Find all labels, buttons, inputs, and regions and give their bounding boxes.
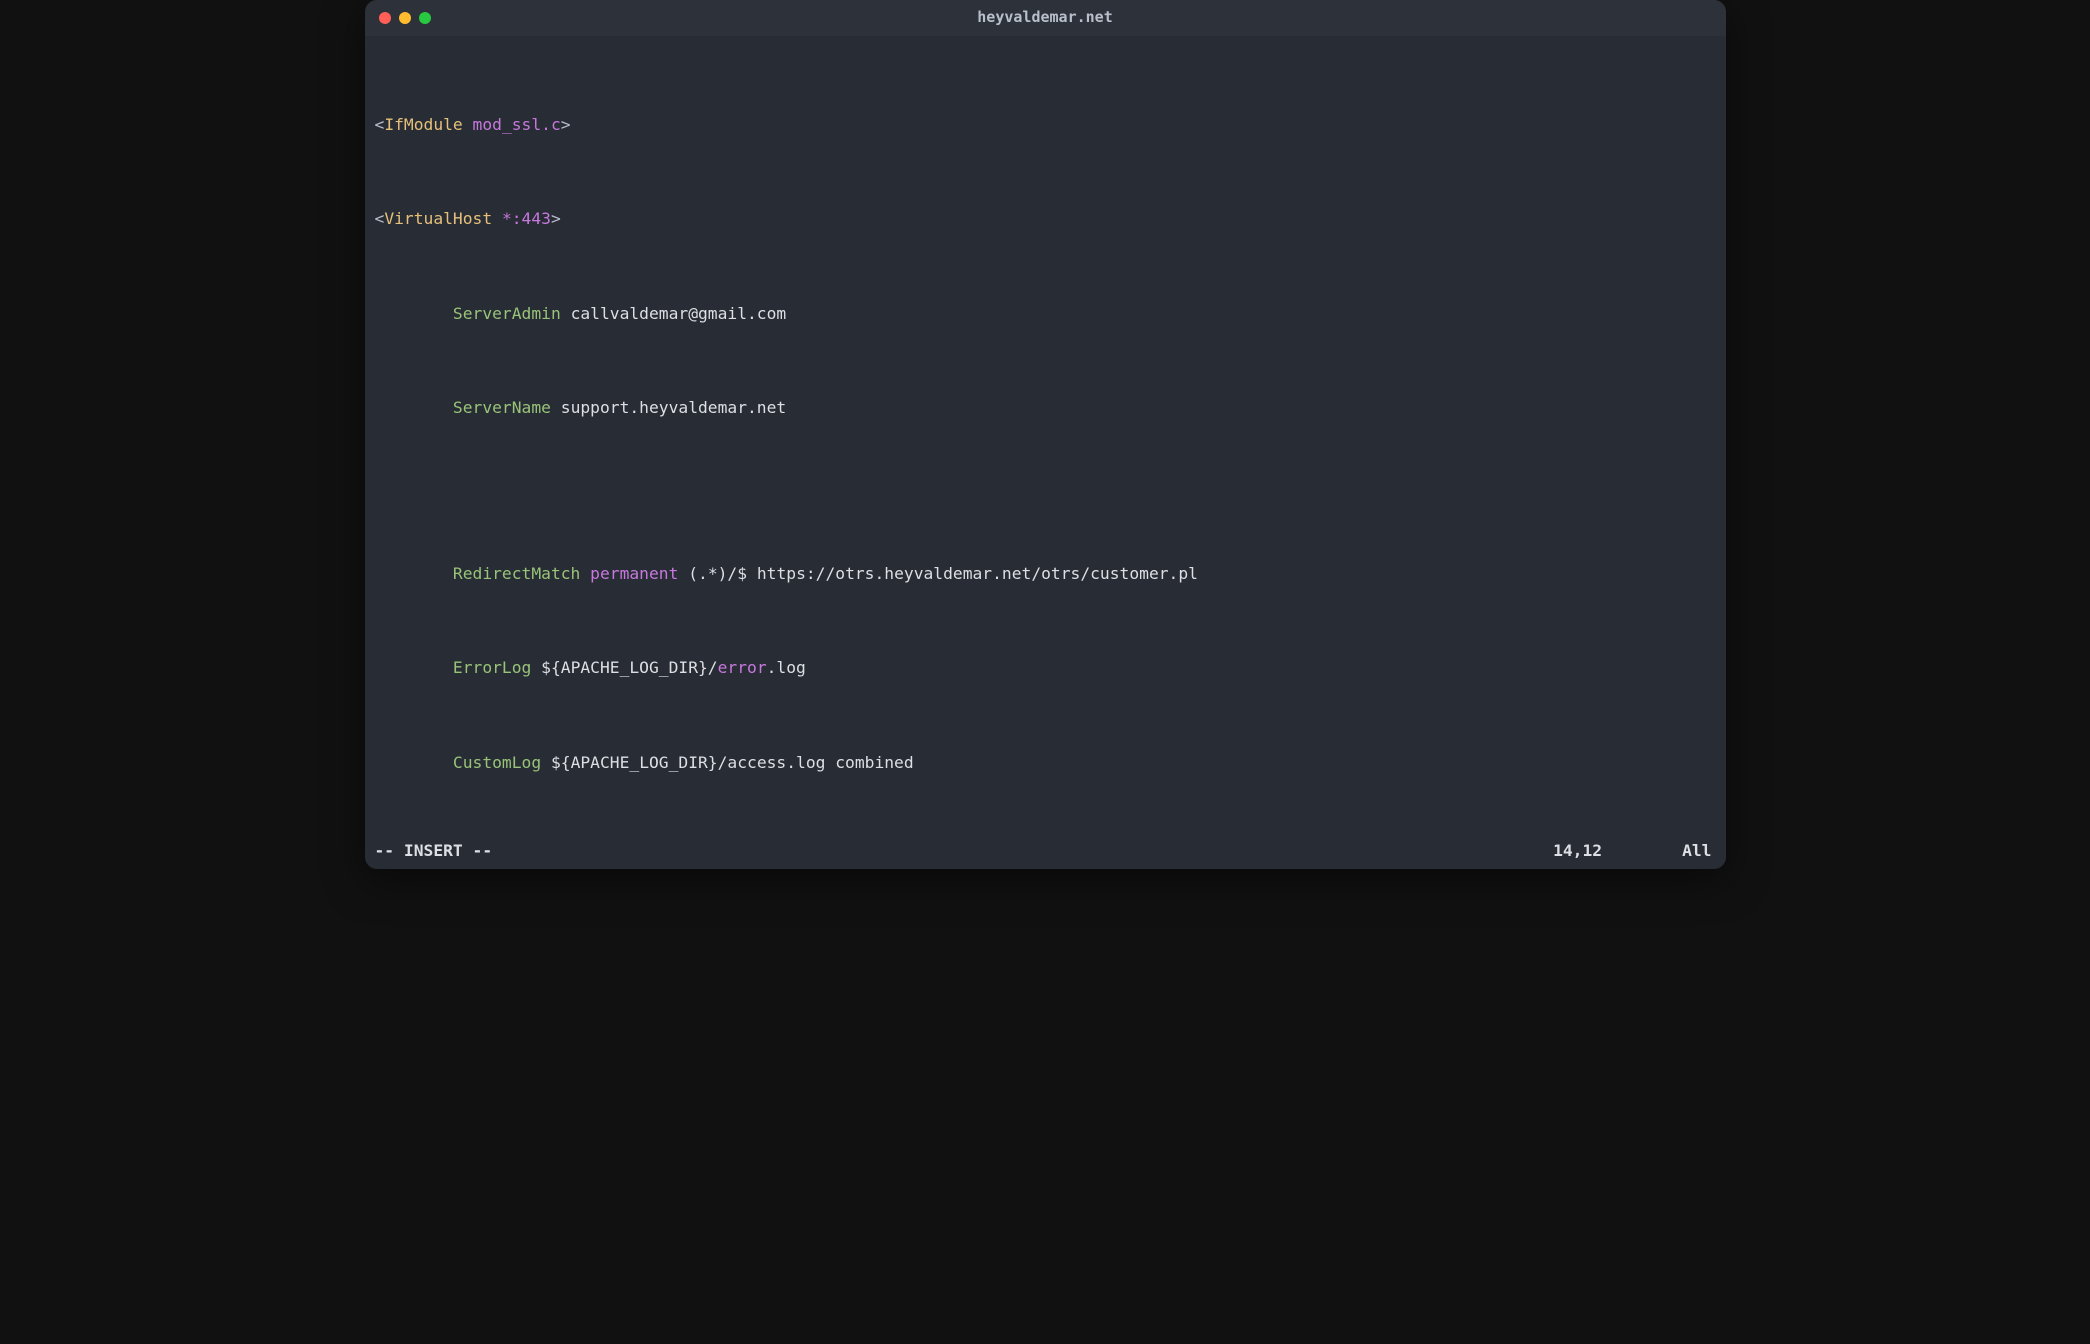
vim-mode-indicator: -- INSERT -- <box>375 839 493 863</box>
directive: ServerName <box>453 398 551 417</box>
tag-name: VirtualHost <box>384 209 492 228</box>
tag-arg: mod_ssl.c <box>473 115 561 134</box>
filename-stem: error <box>718 658 767 677</box>
directive: ErrorLog <box>453 658 531 677</box>
directive: CustomLog <box>453 753 541 772</box>
code-line: ServerAdmin callvaldemar@gmail.com <box>375 302 1716 326</box>
directive: ServerAdmin <box>453 304 561 323</box>
code-line: ServerName support.heyvaldemar.net <box>375 396 1716 420</box>
editor-area[interactable]: <IfModule mod_ssl.c> <VirtualHost *:443>… <box>365 36 1726 837</box>
code-line: RedirectMatch permanent (.*)/$ https://o… <box>375 562 1716 586</box>
code-line: ErrorLog ${APACHE_LOG_DIR}/error.log <box>375 656 1716 680</box>
code-line: <VirtualHost *:443> <box>375 207 1716 231</box>
regex-pattern: (.*)/$ <box>688 564 747 583</box>
file-ext: .log <box>767 658 806 677</box>
tag-arg: *:443 <box>502 209 551 228</box>
window-title: heyvaldemar.net <box>365 7 1726 29</box>
angle-bracket: < <box>375 115 385 134</box>
directive-value: callvaldemar@gmail.com <box>571 304 787 323</box>
directive-value: /access.log combined <box>718 753 914 772</box>
terminal-window: heyvaldemar.net <IfModule mod_ssl.c> <Vi… <box>365 0 1726 869</box>
code-line: <IfModule mod_ssl.c> <box>375 113 1716 137</box>
angle-bracket: > <box>561 115 571 134</box>
cursor-position: 14,12 <box>1553 839 1602 863</box>
vim-status-bar: -- INSERT -- 14,12 All <box>365 837 1726 869</box>
url-value: https://otrs.heyvaldemar.net/otrs/custom… <box>757 564 1198 583</box>
zoom-icon[interactable] <box>419 12 431 24</box>
env-var: ${APACHE_LOG_DIR} <box>541 658 708 677</box>
close-icon[interactable] <box>379 12 391 24</box>
env-var: ${APACHE_LOG_DIR} <box>551 753 718 772</box>
minimize-icon[interactable] <box>399 12 411 24</box>
titlebar: heyvaldemar.net <box>365 0 1726 36</box>
code-line: CustomLog ${APACHE_LOG_DIR}/access.log c… <box>375 751 1716 775</box>
scroll-percentage: All <box>1682 839 1711 863</box>
tag-name: IfModule <box>384 115 462 134</box>
traffic-lights <box>379 12 431 24</box>
directive: RedirectMatch <box>453 564 580 583</box>
keyword: permanent <box>590 564 678 583</box>
directive-value: support.heyvaldemar.net <box>561 398 786 417</box>
